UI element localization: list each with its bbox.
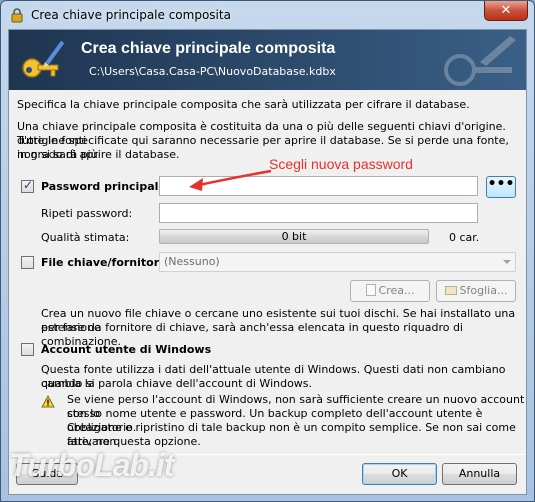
database-path: C:\Users\Casa.Casa-PC\NuovoDatabase.kdbx <box>89 65 336 78</box>
character-count: 0 car. <box>449 231 480 244</box>
folder-icon <box>444 286 457 295</box>
intro-line-4: in grado di aprire il database. <box>17 148 180 161</box>
site-watermark: TurboLab.it <box>9 447 174 483</box>
key-provider-select[interactable]: (Nessuno) <box>159 252 516 272</box>
dialog-window: Crea chiave principale composita ✕ Crea … <box>0 0 535 502</box>
quality-label: Qualità stimata: <box>41 231 130 244</box>
warning-icon <box>41 395 55 408</box>
quality-bits: 0 bit <box>281 230 307 243</box>
repeat-password-input[interactable] <box>159 203 478 223</box>
window-title: Crea chiave principale composita <box>31 8 231 22</box>
cancel-button-label: Annulla <box>458 467 501 480</box>
windows-account-label: Account utente di Windows <box>41 343 212 356</box>
close-button[interactable]: ✕ <box>484 1 528 21</box>
ok-button[interactable]: OK <box>362 463 437 485</box>
document-new-icon <box>365 284 376 296</box>
header-banner: Crea chiave principale composita C:\User… <box>9 30 526 90</box>
intro-line-1: Specifica la chiave principale composita… <box>17 98 470 111</box>
lock-icon <box>11 8 23 23</box>
key-provider-selected: (Nessuno) <box>164 255 220 268</box>
repeat-password-label: Ripeti password: <box>41 207 133 220</box>
key-pen-icon <box>22 39 66 78</box>
title-bar[interactable]: Crea chiave principale composita ✕ <box>1 1 534 29</box>
chevron-down-icon <box>503 260 511 264</box>
quality-progress-bar: 0 bit <box>159 229 429 244</box>
cancel-button[interactable]: Annulla <box>442 463 517 485</box>
create-key-file-button[interactable]: Crea... <box>350 280 430 302</box>
key-watermark-icon <box>444 36 516 86</box>
browse-key-file-button[interactable]: Sfoglia... <box>436 280 516 302</box>
windows-account-checkbox[interactable] <box>21 343 34 356</box>
key-file-label: File chiave/fornitore: <box>41 256 172 269</box>
annotation-text: Scegli nuova password <box>269 156 413 172</box>
dialog-client: Crea chiave principale composita C:\User… <box>8 29 527 495</box>
create-key-file-label: Crea... <box>378 284 415 297</box>
ok-button-label: OK <box>391 467 408 480</box>
master-password-label: Password principale: <box>41 180 171 193</box>
windows-account-description-2: cambia la parola chiave dell'account di … <box>41 377 313 390</box>
annotation-arrow-icon <box>189 169 272 191</box>
browse-key-file-label: Sfoglia... <box>459 284 508 297</box>
key-file-checkbox[interactable] <box>21 256 34 269</box>
master-password-checkbox[interactable] <box>21 178 34 193</box>
show-password-button[interactable]: ••• <box>486 176 516 198</box>
banner-title: Crea chiave principale composita <box>81 40 336 57</box>
